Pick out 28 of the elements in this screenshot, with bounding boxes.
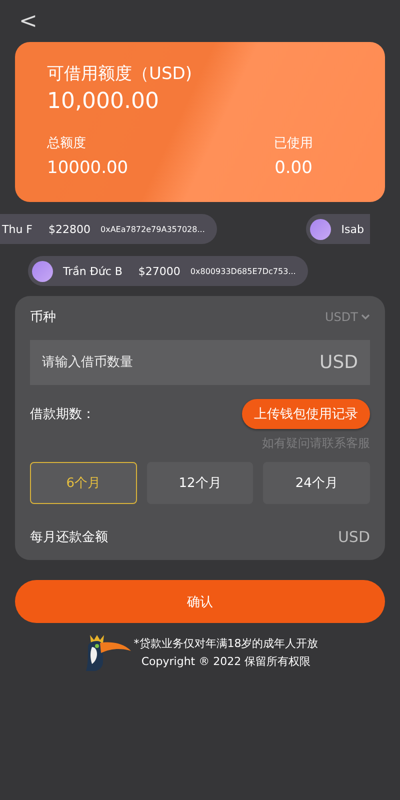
period-option[interactable]: 24个月 [263,462,370,504]
unit-label: USD [338,528,370,546]
stat-value: 10000.00 [47,158,128,178]
confirm-button[interactable]: 确认 [15,580,385,623]
stat-label: 已使用 [274,135,313,152]
loan-amount: $22800 [48,222,90,236]
period-option[interactable]: 6个月 [30,462,137,504]
back-button[interactable]: < [19,8,38,34]
unit-label: USD [320,352,358,373]
monthly-label: 每月还款金额 [30,529,108,546]
chevron-down-icon [361,314,370,320]
period-label: 借款期数： [30,406,95,423]
wallet-address: 0xAEa7872e79A357028... [100,224,205,234]
wallet-address: 0x800933D685E7Dc753... [190,266,296,276]
stat-value: 0.00 [274,158,312,178]
card-title: 可借用额度（USD) [47,63,192,85]
upload-button[interactable]: 上传钱包使用记录 [242,399,370,429]
currency-label: 币种 [30,309,56,326]
borrower-name: Thu F [2,222,32,236]
age-notice: *贷款业务仅对年满18岁的成年人开放 [134,636,318,650]
period-option[interactable]: 12个月 [146,462,254,504]
stat-label: 总额度 [47,135,86,152]
copyright-text: Copyright ® 2022 保留所有权限 [141,654,311,668]
borrower-name: Trần Đức B [63,264,122,278]
borrower-name: Isab [341,222,364,236]
available-amount: 10,000.00 [47,89,159,114]
loan-amount: $27000 [138,264,180,278]
currency-select[interactable]: USDT [325,310,370,324]
